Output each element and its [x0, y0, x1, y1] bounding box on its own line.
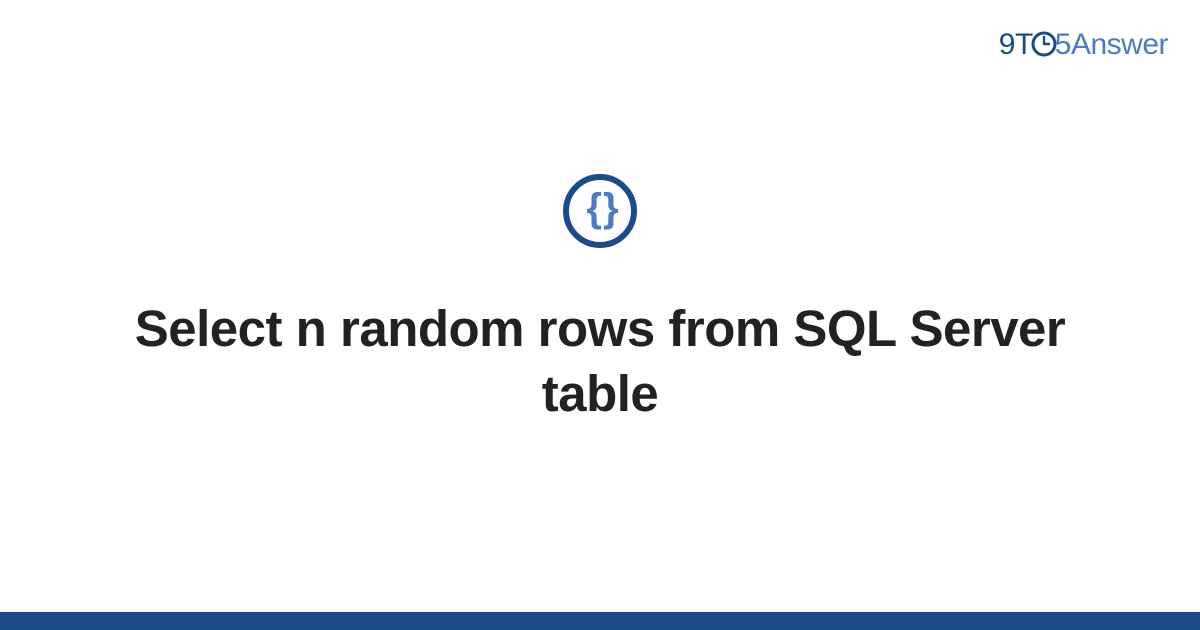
topic-icon-wrapper: { } [563, 174, 637, 248]
code-braces-icon: { } [563, 174, 637, 248]
main-content: { } Select n random rows from SQL Server… [0, 0, 1200, 630]
footer-accent-bar [0, 612, 1200, 630]
question-title: Select n random rows from SQL Server tab… [110, 296, 1090, 427]
brace-symbol: { } [586, 188, 613, 228]
